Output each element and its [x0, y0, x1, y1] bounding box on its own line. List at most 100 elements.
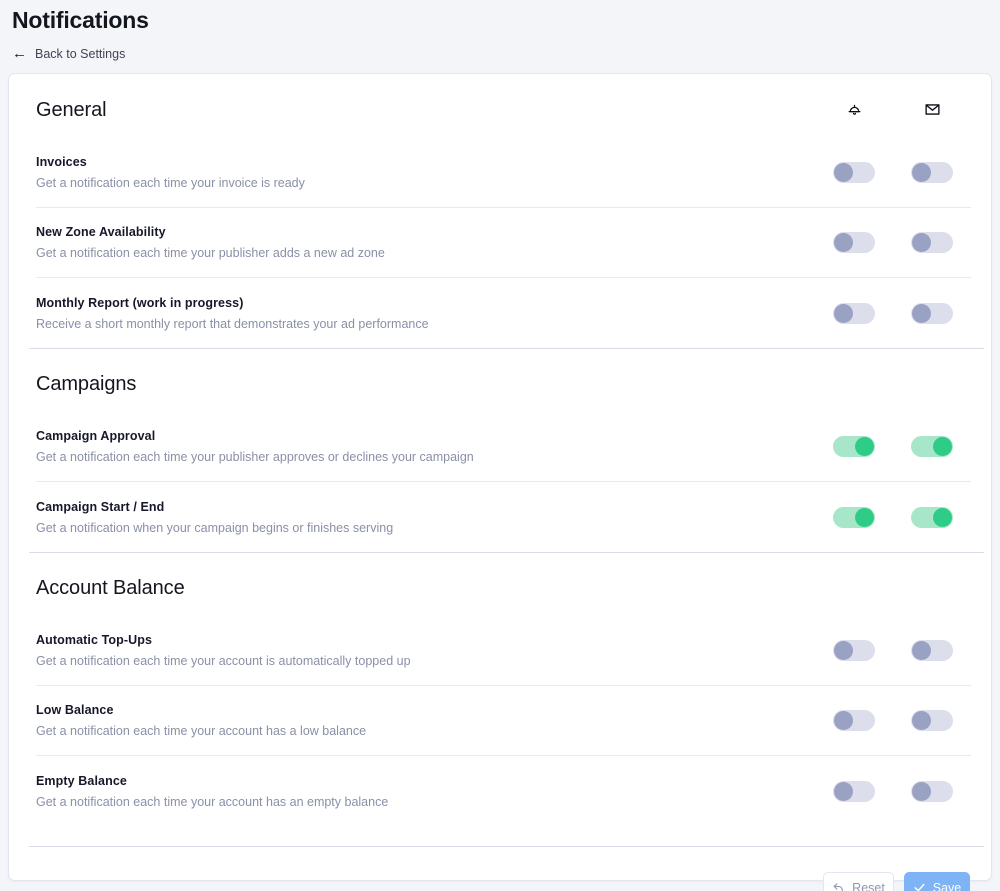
page-title: Notifications — [12, 7, 149, 33]
toggle-cell-email — [893, 162, 971, 183]
notification-row-text: Campaign Start / End Get a notification w… — [36, 499, 413, 536]
push-toggle[interactable] — [833, 232, 875, 253]
push-toggle[interactable] — [833, 710, 875, 731]
toggle-cell-push — [815, 640, 893, 661]
section-header: General — [36, 74, 971, 122]
toggle-cell-push — [815, 780, 893, 802]
section-account-balance: Account Balance Automatic Top-Ups Get a no… — [36, 553, 971, 826]
notifications-card: General Invoices Get a notification each t… — [8, 73, 992, 891]
email-toggle[interactable] — [911, 640, 953, 661]
push-toggle[interactable] — [833, 302, 875, 324]
notification-row-label: Invoices — [36, 155, 87, 169]
email-toggle[interactable] — [911, 232, 953, 253]
toggle-knob — [834, 711, 853, 730]
save-button[interactable]: Save — [904, 872, 970, 891]
toggle-knob — [834, 781, 853, 801]
notification-row-toggles — [815, 232, 971, 253]
section-title: Account Balance — [36, 577, 185, 599]
email-toggle[interactable] — [911, 710, 953, 731]
notification-row: Monthly Report (work in progress) Receive… — [36, 278, 971, 348]
toggle-knob — [912, 711, 931, 730]
notification-row-toggles — [815, 780, 971, 802]
notification-row-description: Get a notification each time your publis… — [36, 450, 474, 464]
push-toggle[interactable] — [833, 506, 875, 528]
section-title: Campaigns — [36, 373, 137, 395]
toggle-cell-email — [893, 232, 971, 253]
notification-row-description: Get a notification each time your accoun… — [36, 654, 411, 668]
bell-icon — [815, 101, 893, 118]
notification-row-toggles — [815, 302, 971, 324]
page-header: Notifications ← Back to Settings — [0, 0, 1000, 61]
toggle-knob — [834, 163, 853, 182]
email-toggle[interactable] — [911, 780, 953, 802]
section-title: General — [36, 99, 107, 121]
toggle-cell-push — [815, 162, 893, 183]
reset-button[interactable]: Reset — [823, 872, 894, 891]
check-icon — [913, 881, 926, 891]
email-toggle[interactable] — [911, 162, 953, 183]
back-to-settings-label: Back to Settings — [35, 46, 126, 61]
toggle-knob — [834, 641, 853, 660]
toggle-cell-email — [893, 436, 971, 457]
push-toggle[interactable] — [833, 780, 875, 802]
undo-arrow-icon — [832, 881, 845, 891]
notification-row: Campaign Start / End Get a notification w… — [36, 482, 971, 552]
notification-row-label: Low Balance — [36, 703, 114, 717]
toggle-cell-email — [893, 640, 971, 661]
notification-row-label: Campaign Approval — [36, 429, 156, 443]
email-toggle[interactable] — [911, 436, 953, 457]
section-rows: Automatic Top-Ups Get a notification each… — [36, 616, 971, 826]
toggle-cell-push — [815, 436, 893, 457]
push-toggle[interactable] — [833, 640, 875, 661]
notification-row-toggles — [815, 436, 971, 457]
toggle-knob — [912, 233, 931, 252]
notification-row-label: New Zone Availability — [36, 225, 166, 239]
notification-row-text: Campaign Approval Get a notification each… — [36, 428, 494, 465]
toggle-cell-email — [893, 302, 971, 324]
arrow-left-icon: ← — [12, 45, 27, 62]
notification-row-label: Empty Balance — [36, 773, 127, 788]
toggle-knob — [855, 507, 874, 527]
email-toggle[interactable] — [911, 506, 953, 528]
notification-row-description: Get a notification when your campaign be… — [36, 520, 394, 535]
notification-row-text: New Zone Availability Get a notification … — [36, 224, 405, 261]
toggle-knob — [933, 437, 952, 456]
section-rows: Invoices Get a notification each time you… — [36, 138, 971, 348]
toggle-knob — [834, 233, 853, 252]
save-label: Save — [932, 880, 962, 891]
back-to-settings-link[interactable]: ← Back to Settings — [12, 46, 125, 61]
notification-row-description: Get a notification each time your invoic… — [36, 176, 305, 190]
toggle-knob — [912, 781, 931, 801]
push-toggle[interactable] — [833, 436, 875, 457]
notification-row-description: Get a notification each time your accoun… — [36, 794, 389, 809]
email-toggle[interactable] — [911, 302, 953, 324]
notification-row-text: Low Balance Get a notification each time … — [36, 702, 386, 739]
notification-row-text: Automatic Top-Ups Get a notification each… — [36, 632, 431, 669]
toggle-cell-email — [893, 710, 971, 731]
notification-row-text: Monthly Report (work in progress) Receive… — [36, 295, 449, 332]
notification-row: Automatic Top-Ups Get a notification each… — [36, 616, 971, 686]
reset-label: Reset — [852, 880, 885, 891]
notification-row: Low Balance Get a notification each time … — [36, 686, 971, 756]
notification-row-label: Automatic Top-Ups — [36, 633, 153, 647]
notification-row-toggles — [815, 710, 971, 731]
envelope-icon — [893, 101, 971, 118]
push-toggle[interactable] — [833, 162, 875, 183]
section-header: Campaigns — [36, 349, 971, 396]
notification-row-text: Empty Balance Get a notification each tim… — [36, 773, 408, 810]
toggle-cell-push — [815, 710, 893, 731]
section-campaigns: Campaigns Campaign Approval Get a notifica… — [36, 349, 971, 552]
notification-row-description: Get a notification each time your publis… — [36, 246, 385, 260]
toggle-cell-push — [815, 302, 893, 324]
toggle-cell-push — [815, 232, 893, 253]
toggle-cell-push — [815, 506, 893, 528]
notification-row-label: Monthly Report (work in progress) — [36, 295, 244, 310]
toggle-knob — [912, 163, 931, 182]
notification-row-description: Receive a short monthly report that demo… — [36, 316, 429, 331]
section-header: Account Balance — [36, 553, 971, 600]
toggle-knob — [834, 303, 853, 323]
notification-row-toggles — [815, 640, 971, 661]
toggle-knob — [912, 303, 931, 323]
card-footer: Reset Save — [36, 847, 971, 891]
notification-row-toggles — [815, 506, 971, 528]
